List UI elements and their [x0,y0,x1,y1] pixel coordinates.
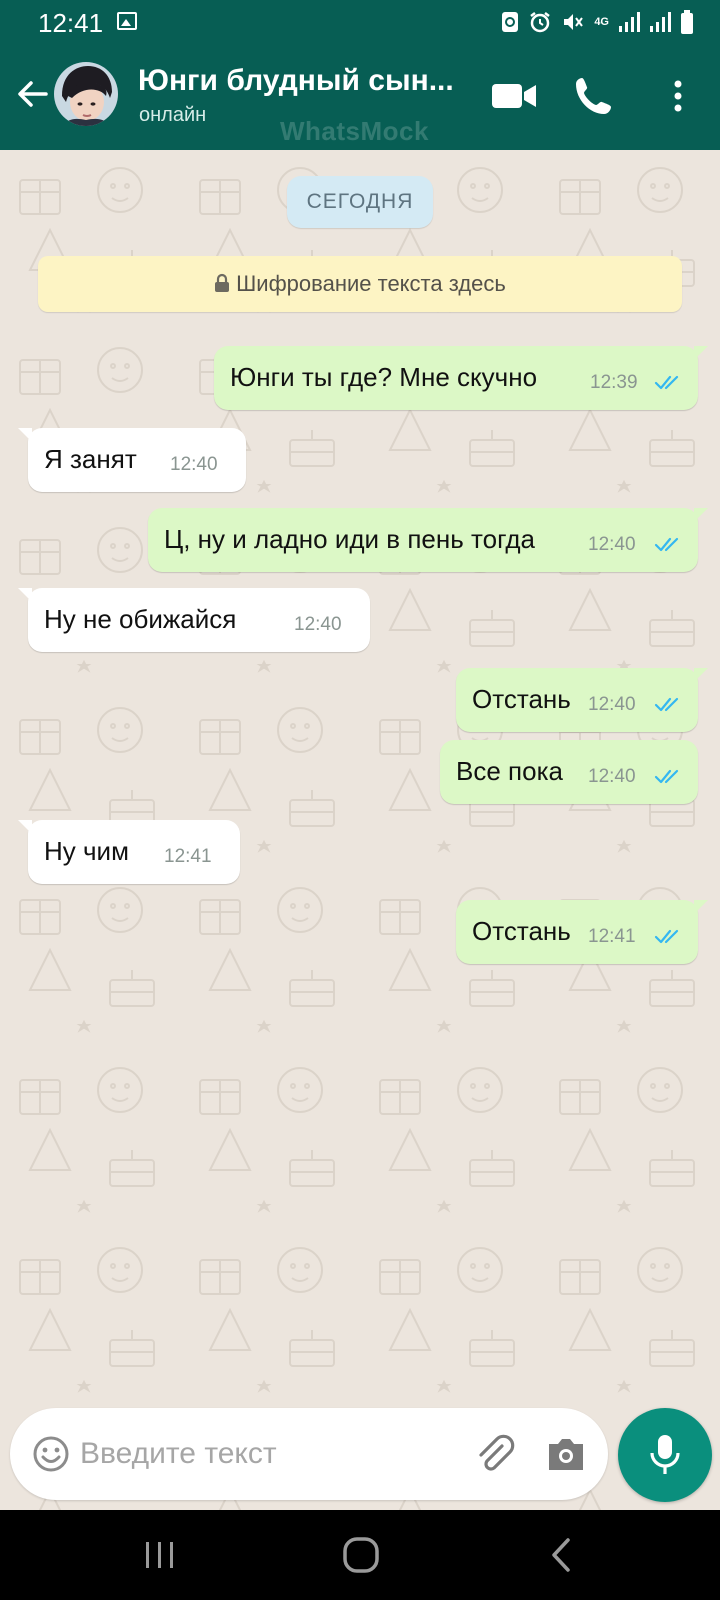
contact-status: онлайн [139,104,207,126]
home-icon[interactable] [342,1536,380,1574]
nav-back-icon[interactable] [548,1536,574,1574]
system-nav-bar [0,1510,720,1600]
message-time: 12:40 [588,694,636,715]
avatar[interactable] [54,62,118,126]
message-bubble-outgoing[interactable]: Отстань 12:41 [456,900,708,964]
message-text: Отстань [472,916,571,946]
back-arrow-icon[interactable] [12,74,52,114]
status-bar: 12:41 4G [0,0,720,46]
battery-icon [681,10,693,34]
message-input[interactable] [80,1430,460,1478]
message-text: Ну чим [44,836,129,866]
network-label: 4G [594,16,609,28]
message-bubble-outgoing[interactable]: Отстань 12:40 [456,668,708,732]
emoji-icon[interactable] [32,1435,70,1473]
message-bubble-incoming[interactable]: Ну не обижайся 12:40 [18,588,370,652]
message-list[interactable]: СЕГОДНЯ Шифрование текста здесь Юнги ты … [0,150,720,1510]
message-time: 12:40 [294,614,342,635]
chat-header: Юнги блудный сын... онлайн WhatsMock [0,46,720,150]
status-icons: 4G [501,10,694,34]
alarm-icon [530,12,551,33]
phone-icon[interactable] [572,74,616,118]
message-bubble-outgoing[interactable]: Юнги ты где? Мне скучно 12:39 [214,346,708,410]
message-time: 12:40 [170,454,218,475]
mic-icon [650,1435,680,1474]
signal-icon [650,12,671,32]
read-receipt-icon [654,375,679,390]
mic-button[interactable] [618,1408,712,1502]
read-receipt-icon [654,929,679,944]
message-text: Ц, ну и ладно иди в пень тогда [164,524,536,554]
composer [10,1408,608,1500]
lock-icon [215,273,230,292]
read-receipt-icon [654,697,679,712]
status-time: 12:41 [38,8,104,38]
contact-name[interactable]: Юнги блудный сын... [138,64,458,98]
read-receipt-icon [654,769,679,784]
message-time: 12:41 [164,846,212,867]
video-call-icon[interactable] [490,76,538,116]
message-text: Отстань [472,684,571,714]
camera-icon[interactable] [545,1436,587,1472]
message-time: 12:40 [588,534,636,555]
encryption-text: Шифрование текста здесь [236,271,506,296]
message-text: Я занят [44,444,137,474]
message-bubble-incoming[interactable]: Ну чим 12:41 [18,820,240,884]
message-time: 12:40 [588,766,636,787]
message-bubble-incoming[interactable]: Я занят 12:40 [18,428,246,492]
more-vert-icon[interactable] [660,76,696,116]
watermark: WhatsMock [280,116,429,146]
message-text: Все пока [456,756,563,786]
read-receipt-icon [654,537,679,552]
message-bubble-outgoing[interactable]: Ц, ну и ладно иди в пень тогда 12:40 [148,508,708,572]
message-time: 12:39 [590,372,638,393]
gallery-icon [117,12,137,30]
attach-icon[interactable] [472,1432,516,1476]
message-text: Юнги ты где? Мне скучно [230,362,538,392]
sync-icon [502,12,519,32]
encryption-notice[interactable]: Шифрование текста здесь [38,256,682,312]
message-bubble-outgoing[interactable]: Все пока 12:40 [440,740,698,804]
date-chip: СЕГОДНЯ [287,176,433,228]
message-text: Ну не обижайся [44,604,237,634]
signal-icon [619,12,640,32]
recent-apps-icon[interactable] [142,1540,178,1570]
mute-icon [564,14,584,30]
message-time: 12:41 [588,926,636,947]
